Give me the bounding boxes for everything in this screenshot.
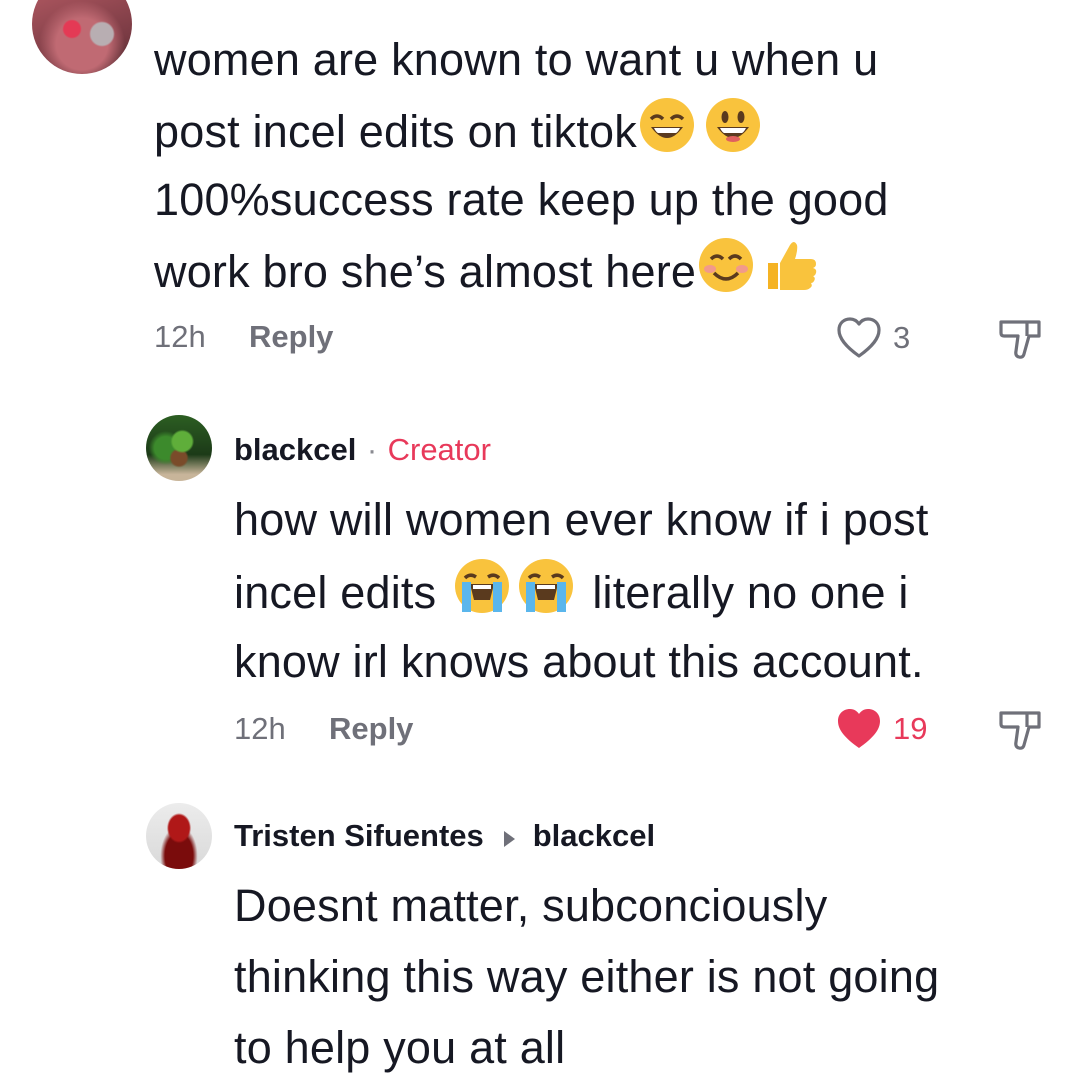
comment-time: 12h bbox=[154, 319, 206, 354]
comment-header: blackcel · Creator bbox=[234, 432, 491, 468]
separator-dot: · bbox=[366, 432, 378, 467]
grinning-squinting-emoji-icon bbox=[637, 95, 697, 175]
avatar[interactable] bbox=[32, 0, 132, 74]
like-count: 3 bbox=[893, 320, 911, 355]
username[interactable]: Tristen Sifuentes bbox=[234, 818, 484, 853]
creator-badge: Creator bbox=[387, 432, 491, 467]
avatar[interactable] bbox=[146, 803, 212, 869]
reply-to-username[interactable]: blackcel bbox=[533, 818, 655, 853]
like-count: 19 bbox=[893, 711, 928, 746]
avatar[interactable] bbox=[146, 415, 212, 481]
comment-text-segment: post incel edits on tiktok bbox=[154, 105, 637, 157]
grinning-face-emoji-icon bbox=[703, 95, 763, 175]
comment-text-segment: incel edits bbox=[234, 566, 437, 618]
comment-text-line: know irl knows about this account. bbox=[234, 636, 924, 687]
like-button[interactable] bbox=[835, 707, 885, 751]
like-button[interactable] bbox=[835, 316, 885, 360]
thumbs-down-icon bbox=[999, 711, 1041, 750]
reply-arrow-icon bbox=[502, 830, 516, 853]
thumbs-up-emoji-icon bbox=[760, 235, 820, 315]
smiling-face-emoji-icon bbox=[696, 235, 756, 315]
thumbs-down-icon bbox=[999, 320, 1041, 359]
heart-filled-icon bbox=[838, 709, 880, 748]
comment-text-line: work bro she’s almost here bbox=[154, 235, 820, 315]
username[interactable]: blackcel bbox=[234, 432, 356, 467]
comment-text-line: 100%success rate keep up the good bbox=[154, 174, 889, 225]
comment-text-segment: literally no one i bbox=[592, 566, 909, 618]
comment-text-segment: work bro she’s almost here bbox=[154, 245, 697, 297]
loudly-crying-face-emoji-icon bbox=[452, 556, 512, 636]
comment-text-line: women are known to want u when u bbox=[154, 34, 879, 85]
comment-text-line: Doesnt matter, subconciously bbox=[234, 880, 828, 931]
reply-button[interactable]: Reply bbox=[329, 711, 413, 747]
reply-button[interactable]: Reply bbox=[249, 319, 333, 355]
comment-header: Tristen Sifuentes blackcel bbox=[234, 818, 655, 854]
comment-time: 12h bbox=[234, 711, 286, 746]
comment-text-line: post incel edits on tiktok bbox=[154, 95, 763, 175]
comment-text-line: thinking this way either is not going bbox=[234, 951, 940, 1002]
dislike-button[interactable] bbox=[996, 707, 1044, 755]
comment-text-line: incel edits literally no one i bbox=[234, 556, 909, 636]
loudly-crying-face-emoji-icon bbox=[516, 556, 576, 636]
comment-text-line: how will women ever know if i post bbox=[234, 494, 929, 545]
dislike-button[interactable] bbox=[996, 316, 1044, 364]
heart-outline-icon bbox=[837, 317, 881, 358]
